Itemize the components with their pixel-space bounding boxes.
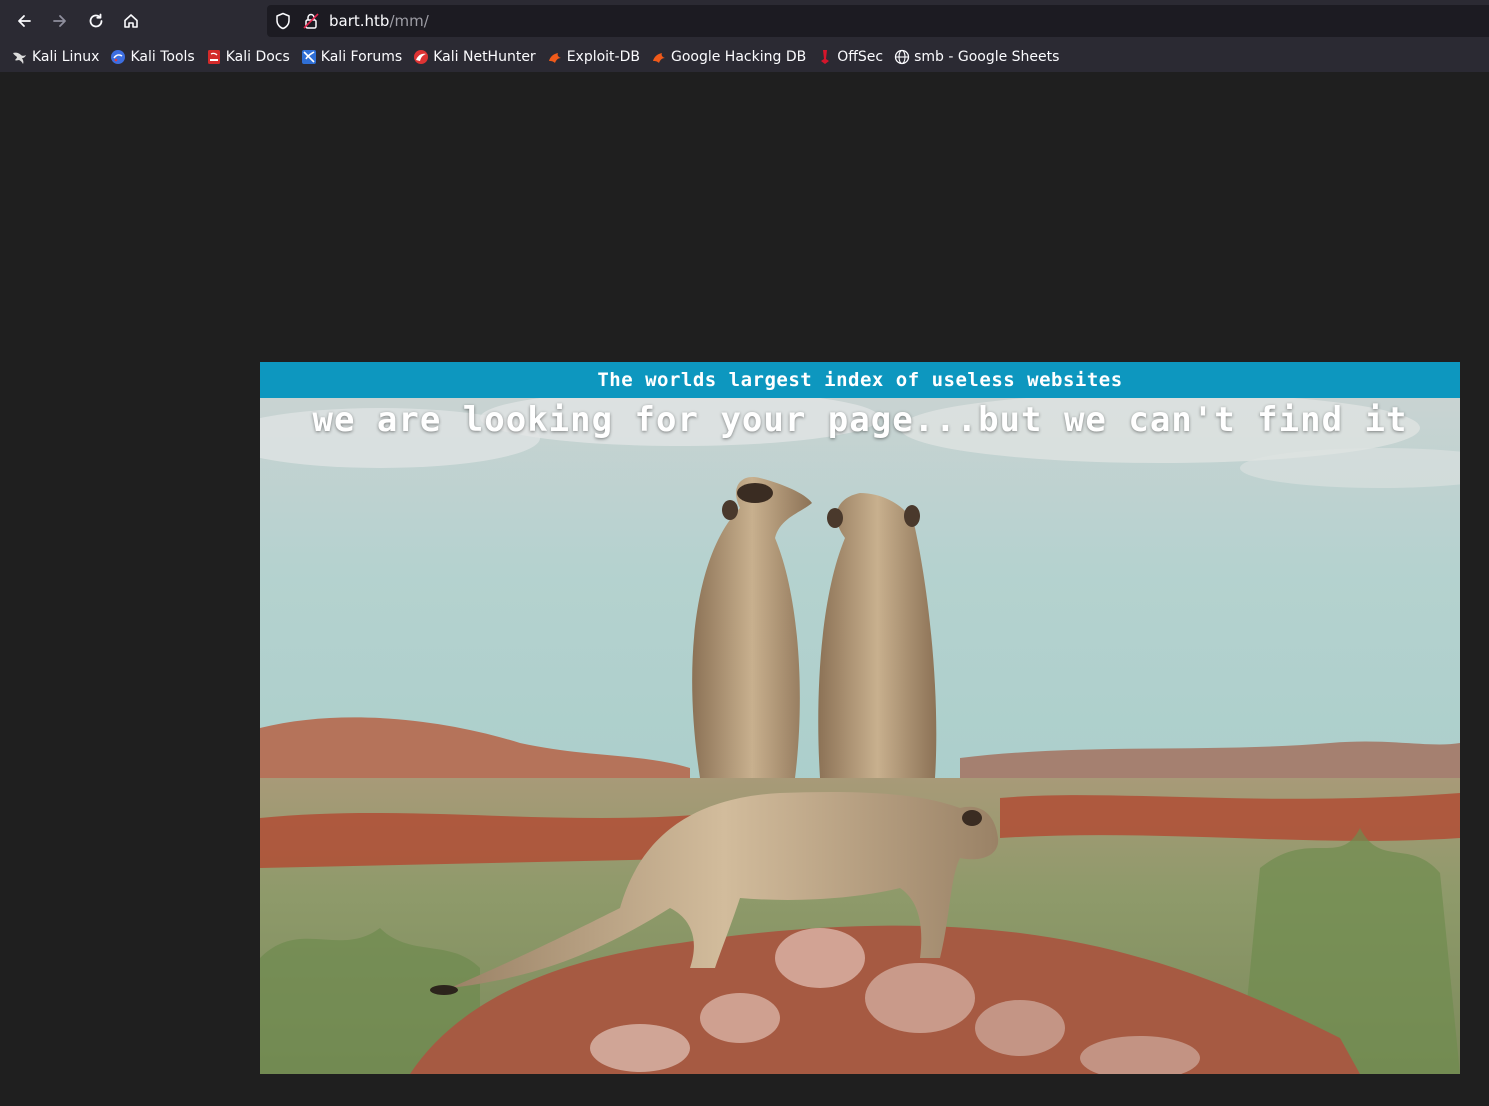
bookmark-label: Kali Forums <box>320 49 403 65</box>
bookmark-label: Kali Docs <box>225 49 290 65</box>
meerkat-photo <box>260 398 1460 1074</box>
bookmark-offsec[interactable]: OffSec <box>817 49 883 65</box>
meerkat-image <box>260 398 1460 1074</box>
forward-button[interactable] <box>45 6 75 36</box>
not-found-headline: we are looking for your page...but we ca… <box>312 400 1408 440</box>
error-page-content: The worlds largest index of useless webs… <box>260 362 1460 1074</box>
kali-nethunter-icon <box>413 49 429 65</box>
kali-forums-icon <box>301 49 317 65</box>
back-arrow-icon <box>18 15 31 27</box>
site-header-bar: The worlds largest index of useless webs… <box>260 362 1460 398</box>
reload-button[interactable] <box>81 6 111 36</box>
bookmark-label: Kali Tools <box>130 49 195 65</box>
home-icon <box>124 14 138 28</box>
bookmark-label: OffSec <box>837 49 884 65</box>
bookmark-smb-google-sheets[interactable]: smb - Google Sheets <box>894 49 1059 65</box>
insecure-lock-icon[interactable] <box>303 12 319 30</box>
bookmark-kali-docs[interactable]: Kali Docs <box>206 49 290 65</box>
bookmark-kali-tools[interactable]: Kali Tools <box>110 49 195 65</box>
bookmark-kali-nethunter[interactable]: Kali NetHunter <box>413 49 536 65</box>
bookmarks-toolbar: Kali Linux Kali Tools Kali Docs Kali For… <box>0 42 1489 72</box>
exploit-db-icon <box>547 49 563 65</box>
kali-docs-icon <box>206 49 222 65</box>
kali-tools-icon <box>110 49 126 65</box>
url-path: /mm/ <box>389 12 429 30</box>
forward-arrow-icon <box>53 15 66 27</box>
bookmark-label: Kali NetHunter <box>433 49 536 65</box>
bookmark-google-hacking-db[interactable]: Google Hacking DB <box>651 49 806 65</box>
bookmark-label: Kali Linux <box>32 49 100 65</box>
bookmark-exploit-db[interactable]: Exploit-DB <box>547 49 640 65</box>
navigation-toolbar: bart.htb/mm/ <box>0 0 1489 42</box>
ghdb-icon <box>651 49 667 65</box>
kali-dragon-icon <box>12 49 28 65</box>
bookmark-label: Google Hacking DB <box>670 49 807 65</box>
url-text[interactable]: bart.htb/mm/ <box>329 11 429 31</box>
bookmark-kali-forums[interactable]: Kali Forums <box>301 49 402 65</box>
bookmark-kali-linux[interactable]: Kali Linux <box>12 49 99 65</box>
url-bar[interactable]: bart.htb/mm/ <box>267 5 1489 37</box>
site-tagline: The worlds largest index of useless webs… <box>597 369 1123 391</box>
offsec-icon <box>817 49 833 65</box>
bookmark-label: smb - Google Sheets <box>914 49 1060 65</box>
browser-chrome: bart.htb/mm/ Kali Linux Kali Tools Kali … <box>0 0 1489 72</box>
globe-icon <box>894 49 910 65</box>
shield-icon[interactable] <box>275 12 291 30</box>
url-host: bart.htb <box>329 12 390 30</box>
reload-icon <box>89 13 103 28</box>
home-button[interactable] <box>116 6 146 36</box>
bookmark-label: Exploit-DB <box>566 49 640 65</box>
back-button[interactable] <box>9 6 39 36</box>
